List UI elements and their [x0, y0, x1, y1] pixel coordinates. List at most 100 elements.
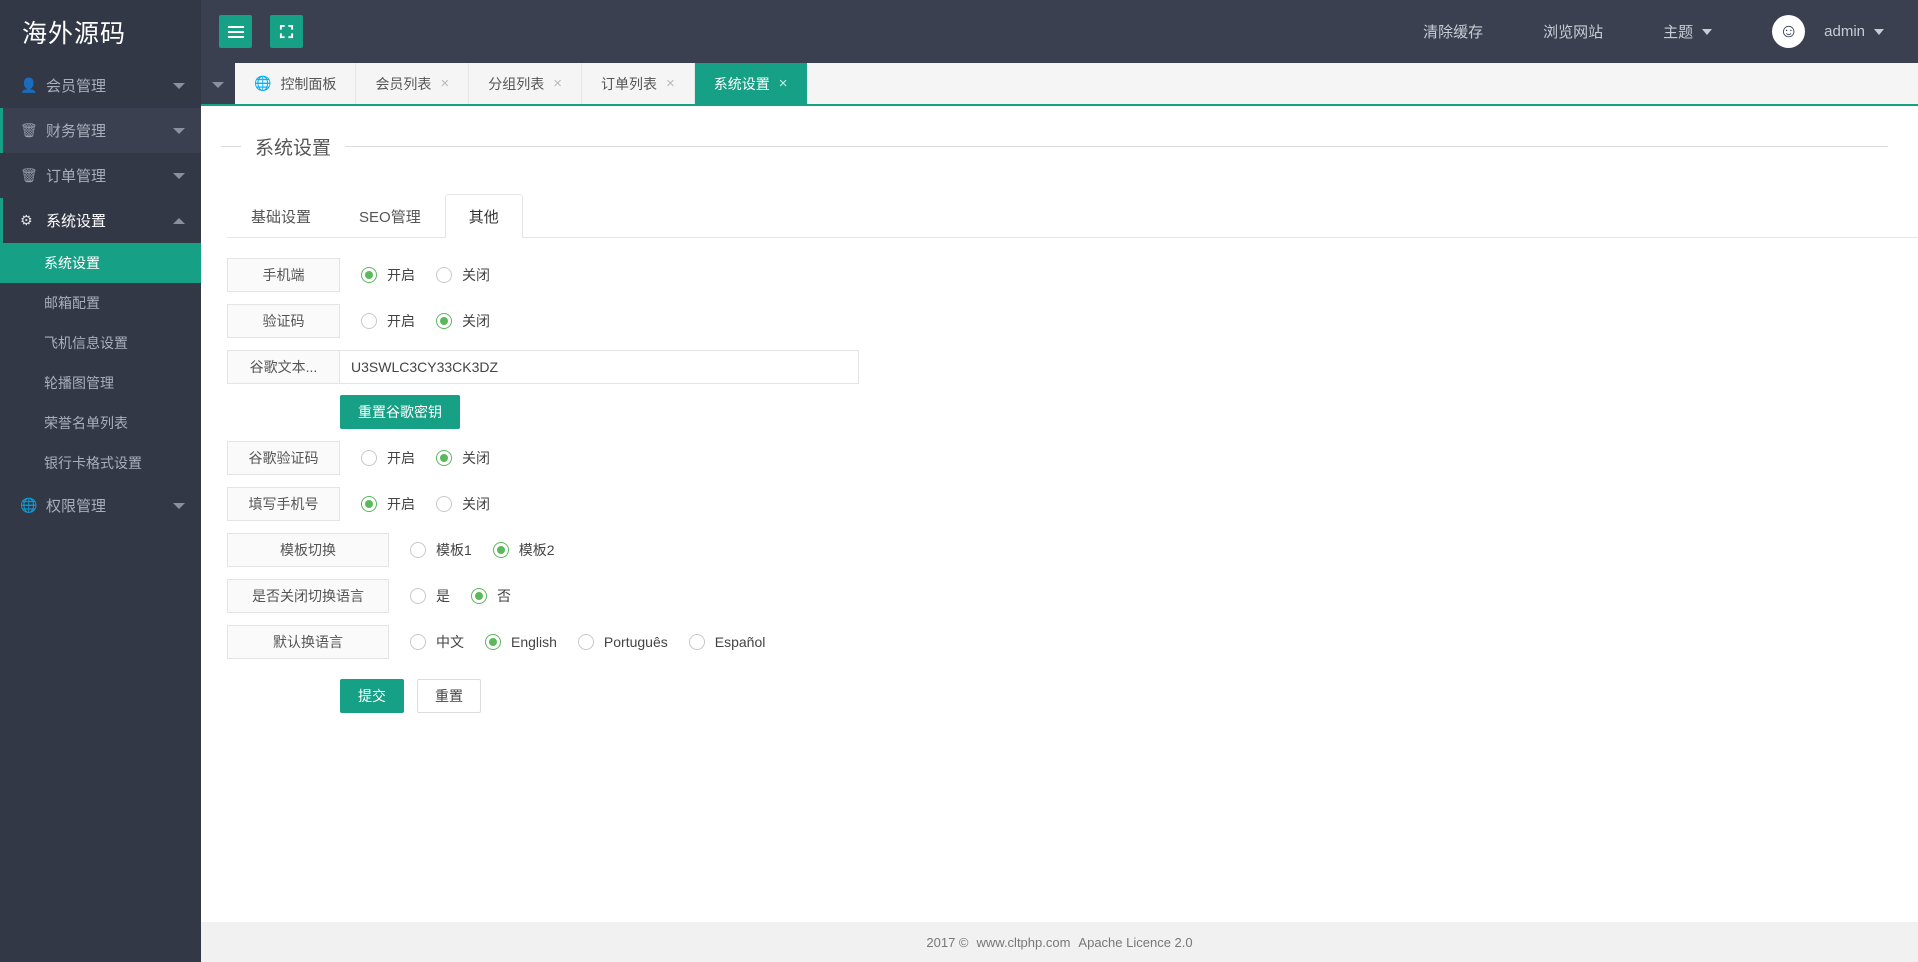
sidebar-item-label: 权限管理 [46, 498, 107, 515]
database-icon: 🗑 [20, 167, 38, 183]
tab-dashboard[interactable]: 🌐 控制面板 [235, 63, 357, 104]
form-row-google-captcha: 谷歌验证码 开启 关闭 [227, 441, 1918, 475]
content-area: 系统设置 基础设置 SEO管理 其他 手机端 开启 关闭 验证码 开启 关闭 谷… [201, 104, 1918, 922]
radio-dot-icon [436, 267, 452, 283]
browse-site-link[interactable]: 浏览网站 [1513, 21, 1633, 42]
close-icon[interactable]: × [666, 76, 675, 91]
tab-group-list[interactable]: 分组列表 × [469, 63, 582, 104]
radio-group-captcha: 开启 关闭 [340, 311, 490, 331]
sidebar-subitem-carousel-management[interactable]: 轮播图管理 [0, 363, 201, 403]
radio-group-require-phone: 开启 关闭 [340, 494, 490, 514]
sidebar-item-member-management[interactable]: 👤 会员管理 [0, 63, 201, 108]
radio-mobile-on[interactable]: 开启 [361, 265, 415, 285]
sidebar-item-system-settings[interactable]: ⚙ 系统设置 [0, 198, 201, 243]
user-menu[interactable]: ☺ admin [1742, 15, 1884, 48]
tab-system-settings[interactable]: 系统设置 × [694, 63, 807, 104]
form-row-template-switch: 模板切换 模板1 模板2 [227, 533, 1918, 567]
sidebar-toggle-button[interactable] [219, 15, 252, 48]
sidebar-subitem-label: 飞机信息设置 [44, 335, 128, 351]
sidebar-subitem-bank-card-format[interactable]: 银行卡格式设置 [0, 443, 201, 483]
sidebar-item-label: 系统设置 [46, 213, 107, 230]
radio-google-captcha-on[interactable]: 开启 [361, 448, 415, 468]
radio-label: 中文 [436, 634, 464, 650]
radio-dot-icon [688, 634, 705, 650]
user-icon: 👤 [20, 77, 38, 93]
chevron-up-icon [173, 217, 185, 224]
sidebar-item-label: 订单管理 [46, 168, 107, 185]
radio-language-chinese[interactable]: 中文 [410, 632, 464, 652]
sidebar-item-permission-management[interactable]: 🌐 权限管理 [0, 483, 201, 528]
tab-label: 控制面板 [280, 75, 337, 92]
close-icon[interactable]: × [553, 76, 562, 91]
sidebar-item-finance-management[interactable]: 🗑 财务管理 [0, 108, 201, 153]
radio-captcha-on[interactable]: 开启 [361, 311, 415, 331]
field-label: 模板切换 [227, 533, 389, 567]
radio-mobile-off[interactable]: 关闭 [436, 265, 490, 285]
title-dash [221, 146, 241, 147]
radio-dot-icon [410, 588, 426, 604]
fullscreen-button[interactable] [270, 15, 303, 48]
submit-button[interactable]: 提交 [340, 679, 404, 713]
topbar: 清除缓存 浏览网站 主题 ☺ admin [201, 0, 1918, 63]
subtab-basic-settings[interactable]: 基础设置 [227, 194, 335, 238]
subtab-seo-management[interactable]: SEO管理 [335, 194, 445, 238]
theme-menu[interactable]: 主题 [1633, 21, 1742, 42]
radio-language-english[interactable]: English [485, 634, 557, 650]
radio-label: 开启 [387, 267, 415, 283]
chevron-down-icon [1874, 28, 1884, 35]
radio-label: 是 [436, 588, 450, 604]
sidebar-item-order-management[interactable]: 🗑 订单管理 [0, 153, 201, 198]
radio-language-portuguese[interactable]: Português [577, 634, 668, 650]
close-icon[interactable]: × [440, 76, 449, 91]
tab-order-list[interactable]: 订单列表 × [581, 63, 695, 104]
radio-label: 开启 [387, 450, 415, 466]
settings-form: 手机端 开启 关闭 验证码 开启 关闭 谷歌文本... U3SWLC3CY33C… [227, 258, 1918, 713]
sidebar-subitem-email-config[interactable]: 邮箱配置 [0, 283, 201, 323]
radio-group-google-captcha: 开启 关闭 [340, 448, 490, 468]
close-icon[interactable]: × [779, 76, 788, 91]
radio-google-captcha-off[interactable]: 关闭 [436, 448, 490, 468]
sidebar-nav: 👤 会员管理 🗑 财务管理 🗑 订单管理 ⚙ 系统设置 系统设置 邮箱配置 飞机… [0, 63, 201, 528]
radio-captcha-off[interactable]: 关闭 [436, 311, 490, 331]
radio-dot-icon [410, 634, 426, 650]
tab-label: 会员列表 [375, 75, 432, 92]
clear-cache-link[interactable]: 清除缓存 [1393, 21, 1513, 42]
subtab-label: SEO管理 [359, 209, 421, 226]
radio-disable-language-no[interactable]: 否 [471, 586, 511, 606]
radio-require-phone-on[interactable]: 开启 [361, 494, 415, 514]
title-rule [345, 146, 1888, 147]
radio-dot-icon [361, 496, 377, 512]
radio-language-spanish[interactable]: Español [688, 634, 765, 650]
radio-label: 关闭 [462, 267, 490, 283]
admin-page: 海外源码 👤 会员管理 🗑 财务管理 🗑 订单管理 ⚙ 系统设置 系统设置 邮箱… [0, 0, 1918, 962]
field-label: 是否关闭切换语言 [227, 579, 389, 613]
globe-icon: 🌐 [254, 75, 272, 91]
hamburger-icon [227, 25, 244, 38]
chevron-down-icon [173, 82, 185, 89]
form-actions: 提交 重置 [340, 679, 1918, 713]
tab-member-list[interactable]: 会员列表 × [356, 63, 470, 104]
form-row-google-secret: 谷歌文本... U3SWLC3CY33CK3DZ [227, 350, 1918, 384]
radio-label: 关闭 [462, 313, 490, 329]
radio-template-1[interactable]: 模板1 [410, 540, 472, 560]
field-label: 验证码 [227, 304, 340, 338]
google-secret-input[interactable]: U3SWLC3CY33CK3DZ [340, 350, 859, 384]
reset-google-key-button[interactable]: 重置谷歌密钥 [340, 395, 460, 429]
radio-label: 模板2 [518, 542, 555, 558]
sidebar-subitem-plane-info-settings[interactable]: 飞机信息设置 [0, 323, 201, 363]
radio-label: 模板1 [436, 542, 472, 558]
form-row-mobile: 手机端 开启 关闭 [227, 258, 1918, 292]
sidebar-subitem-honor-list[interactable]: 荣誉名单列表 [0, 403, 201, 443]
radio-dot-icon [361, 313, 377, 329]
footer-licence: Apache Licence 2.0 [1078, 934, 1193, 950]
reset-button[interactable]: 重置 [417, 679, 481, 713]
radio-template-2[interactable]: 模板2 [492, 540, 555, 560]
radio-dot-icon [436, 496, 452, 512]
radio-require-phone-off[interactable]: 关闭 [436, 494, 490, 514]
radio-dot-icon [471, 588, 487, 604]
radio-dot-icon [436, 450, 452, 466]
tabstrip-chevron-down-icon[interactable] [212, 82, 224, 88]
radio-disable-language-yes[interactable]: 是 [410, 586, 450, 606]
sidebar-subitem-system-settings[interactable]: 系统设置 [0, 243, 201, 283]
subtab-other[interactable]: 其他 [444, 194, 523, 238]
